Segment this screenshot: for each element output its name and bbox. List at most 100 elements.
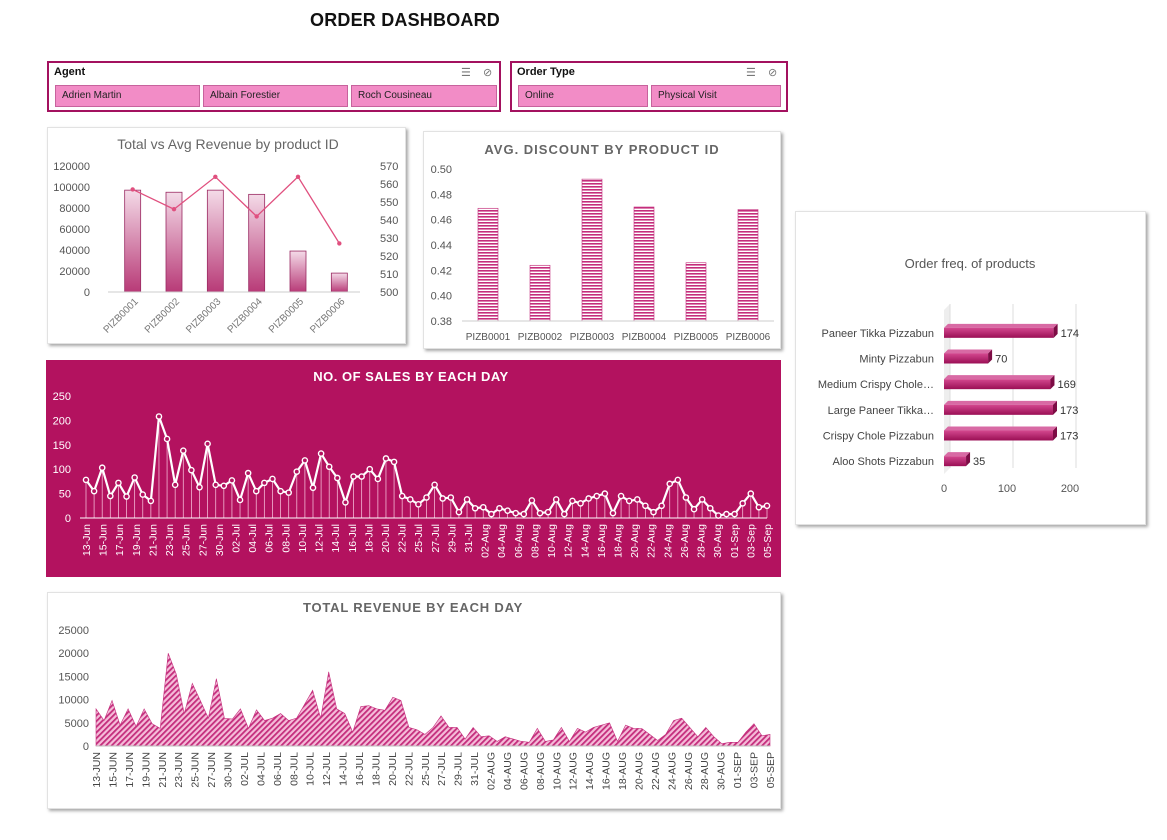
order-type-item-physical-visit[interactable]: Physical Visit <box>651 85 781 107</box>
bar <box>944 353 989 364</box>
sales-point <box>325 463 333 471</box>
sales-point <box>463 496 471 503</box>
x-tick-label: 0 <box>941 483 947 495</box>
x-tick-label: 27-JUL <box>436 752 448 786</box>
sales-chart: NO. OF SALES BY EACH DAY 0 50 100 150 200 250 1… <box>53 369 774 558</box>
x-tick-label: 12-Aug <box>563 524 575 558</box>
sales-point <box>682 494 690 501</box>
sales-point <box>690 505 698 513</box>
sales-point <box>471 504 479 512</box>
sales-point <box>569 497 576 505</box>
multi-select-icon[interactable]: ☰ <box>461 66 471 79</box>
x-tick-label: 24-Aug <box>662 524 674 558</box>
bar-top <box>944 452 971 457</box>
x-tick-label: 02-Jul <box>230 524 242 553</box>
sales-point <box>342 499 349 506</box>
y-tick-label: 15000 <box>58 671 89 683</box>
x-tick-label: 28-AUG <box>699 752 711 790</box>
x-tick-label: 15-Jun <box>98 524 110 556</box>
x-tick-label: 05-SEP <box>765 752 777 788</box>
x-tick-label: 30-AUG <box>716 752 728 790</box>
sales-point <box>642 502 649 510</box>
x-tick-label: 15-JUN <box>107 752 119 788</box>
sales-point <box>293 468 301 475</box>
data-label: 173 <box>1060 405 1078 417</box>
bar-top <box>944 426 1057 431</box>
y-tick-label: 5000 <box>65 718 89 730</box>
x-tick-label: 02-Aug <box>480 524 492 558</box>
x-tick-label: 04-Jul <box>247 524 259 553</box>
sales-point <box>739 500 746 507</box>
sales-point <box>528 497 536 504</box>
sales-point <box>236 496 244 504</box>
clear-filter-icon[interactable]: ⊘ <box>768 66 777 79</box>
order-type-item-online[interactable]: Online <box>518 85 648 107</box>
sales-chart-card: NO. OF SALES BY EACH DAY 0 50 100 150 200 250 1… <box>46 360 781 577</box>
bar <box>944 404 1053 415</box>
x-tick-label: 12-JUL <box>321 752 333 786</box>
revenue-day-chart: TOTAL REVENUE BY EACH DAY 0 5000 10000 15000… <box>58 600 777 790</box>
sales-point <box>390 458 398 466</box>
x-tick-label: 08-JUL <box>288 752 300 786</box>
agent-item-albain-forestier[interactable]: Albain Forestier <box>203 85 348 107</box>
x-tick-label: 08-AUG <box>535 752 547 790</box>
sales-point <box>131 474 138 481</box>
x-tick-label: 28-Aug <box>696 524 708 558</box>
agent-item-adrien-martin[interactable]: Adrien Martin <box>55 85 200 107</box>
x-tick-label: 17-Jun <box>114 524 126 556</box>
x-tick-label: 03-SEP <box>749 752 761 788</box>
x-tick-label: 19-JUN <box>140 752 152 788</box>
x-tick-label: 30-Aug <box>712 524 724 558</box>
y2-tick-label: 520 <box>380 251 398 263</box>
x-tick-label: 29-JUL <box>453 752 465 786</box>
x-tick-label: 01-Sep <box>729 524 741 558</box>
x-tick-label: 26-AUG <box>683 752 695 790</box>
x-tick-label: 16-Jul <box>347 524 359 553</box>
y-tick-label: 10000 <box>58 695 89 707</box>
x-tick-label: 18-Aug <box>613 524 625 558</box>
agent-item-roch-cousineau[interactable]: Roch Cousineau <box>351 85 497 107</box>
y-tick-label: 0.46 <box>431 215 452 227</box>
avg-point <box>213 174 218 179</box>
sales-point <box>244 469 252 477</box>
sales-point <box>423 494 430 501</box>
y-tick-label: Medium Crispy Chole… <box>818 379 934 391</box>
x-tick-label: PIZB0005 <box>267 296 307 336</box>
x-tick-label: 20-Aug <box>629 524 641 558</box>
sales-point <box>107 492 114 500</box>
bar <box>685 262 707 322</box>
y-tick-label: 150 <box>53 440 71 452</box>
multi-select-icon[interactable]: ☰ <box>746 66 756 79</box>
sales-point <box>301 457 309 464</box>
bar <box>289 250 307 293</box>
x-tick-label: 06-Jul <box>264 524 276 553</box>
sales-point <box>488 510 495 518</box>
x-tick-label: 14-JUL <box>338 752 350 786</box>
sales-point <box>496 504 503 512</box>
sales-point <box>723 510 730 518</box>
x-tick-label: 22-Aug <box>646 524 658 558</box>
sales-point <box>188 466 195 474</box>
x-tick-label: 23-Jun <box>164 524 176 556</box>
y-tick-label: 250 <box>53 391 71 403</box>
x-tick-label: 25-Jun <box>181 524 193 556</box>
x-tick-label: 08-Jul <box>280 524 292 553</box>
clear-filter-icon[interactable]: ⊘ <box>483 66 492 79</box>
x-tick-label: 05-Sep <box>762 524 774 558</box>
sales-point <box>155 413 163 420</box>
dashboard-title: ORDER DASHBOARD <box>310 10 501 30</box>
x-tick-label: 03-Sep <box>745 524 757 558</box>
agent-slicer: Agent ☰ ⊘ Adrien Martin Albain Forestier… <box>47 61 501 112</box>
x-tick-label: 27-JUN <box>206 752 218 788</box>
discount-chart: AVG. DISCOUNT BY PRODUCT ID 0.38 0.40 0.42 0… <box>431 142 774 343</box>
x-tick-label: 22-Jul <box>397 524 409 553</box>
sales-point <box>147 497 155 505</box>
sales-point <box>666 480 674 488</box>
x-tick-label: 30-JUN <box>223 752 235 788</box>
bar <box>944 379 1051 390</box>
y-tick-label: 0 <box>83 741 89 753</box>
y-tick-label: Paneer Tikka Pizzabun <box>821 328 934 340</box>
sales-point <box>269 475 276 483</box>
sales-point <box>585 495 592 502</box>
x-tick-label: 08-Aug <box>529 524 541 558</box>
